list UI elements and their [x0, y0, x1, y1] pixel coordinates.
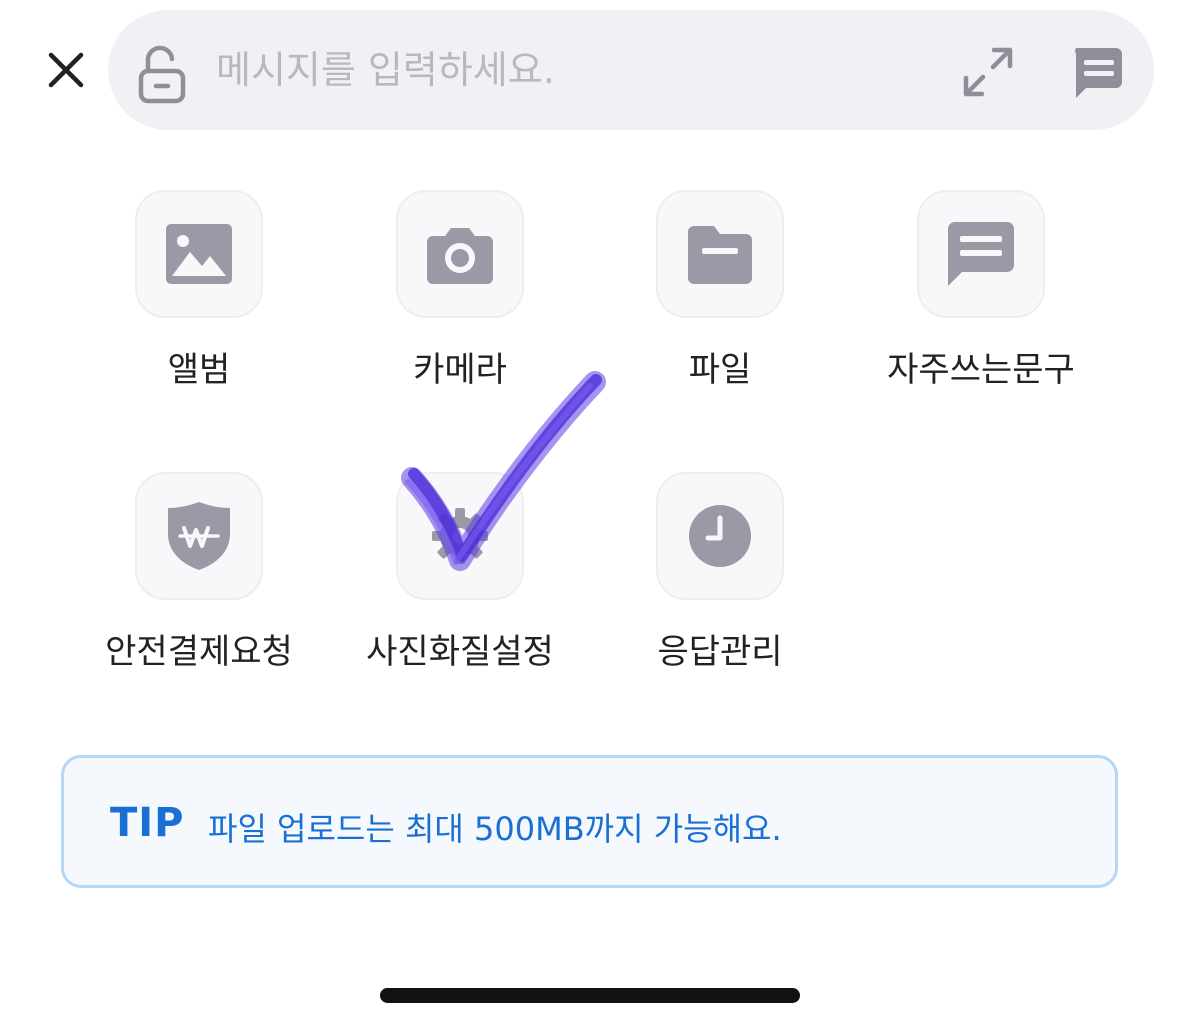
home-indicator[interactable]	[380, 988, 800, 1003]
close-icon	[48, 52, 84, 88]
action-response-management[interactable]: 응답관리	[590, 472, 850, 674]
action-photo-quality[interactable]: 사진화질설정	[330, 472, 590, 674]
album-tile[interactable]	[135, 190, 263, 318]
photo-quality-tile[interactable]	[396, 472, 524, 600]
camera-tile[interactable]	[396, 190, 524, 318]
file-tile[interactable]	[656, 190, 784, 318]
expand-icon[interactable]	[960, 44, 1016, 100]
clock-icon	[689, 505, 751, 567]
action-camera[interactable]: 카메라	[330, 190, 590, 392]
response-management-label: 응답관리	[657, 632, 783, 672]
message-input[interactable]	[216, 40, 896, 100]
action-file[interactable]: 파일	[590, 190, 850, 392]
photo-quality-label: 사진화질설정	[366, 632, 554, 672]
camera-icon	[427, 228, 493, 284]
close-button[interactable]	[36, 40, 96, 100]
message-template-icon[interactable]	[1068, 44, 1124, 100]
message-icon	[948, 222, 1014, 286]
album-label: 앨범	[167, 350, 231, 390]
frequent-phrases-tile[interactable]	[917, 190, 1045, 318]
shield-won-icon	[168, 502, 230, 570]
gear-icon	[432, 508, 488, 564]
attachment-panel: 앨범 카메라 파일 자주쓰는	[0, 0, 1179, 1027]
action-frequent-phrases[interactable]: 자주쓰는문구	[851, 190, 1111, 392]
file-label: 파일	[688, 350, 752, 390]
tip-label: TIP	[110, 800, 185, 846]
tip-box: TIP 파일 업로드는 최대 500MB까지 가능해요.	[61, 755, 1118, 888]
folder-icon	[688, 226, 752, 284]
message-composer	[108, 10, 1154, 130]
image-icon	[166, 224, 232, 284]
safe-payment-tile[interactable]	[135, 472, 263, 600]
action-album[interactable]: 앨범	[69, 190, 329, 392]
frequent-phrases-label: 자주쓰는문구	[887, 350, 1075, 390]
lock-open-icon[interactable]	[136, 45, 188, 105]
camera-label: 카메라	[413, 350, 507, 390]
safe-payment-label: 안전결제요청	[105, 632, 293, 672]
tip-text: 파일 업로드는 최대 500MB까지 가능해요.	[208, 810, 782, 848]
action-safe-payment[interactable]: 안전결제요청	[69, 472, 329, 674]
response-management-tile[interactable]	[656, 472, 784, 600]
